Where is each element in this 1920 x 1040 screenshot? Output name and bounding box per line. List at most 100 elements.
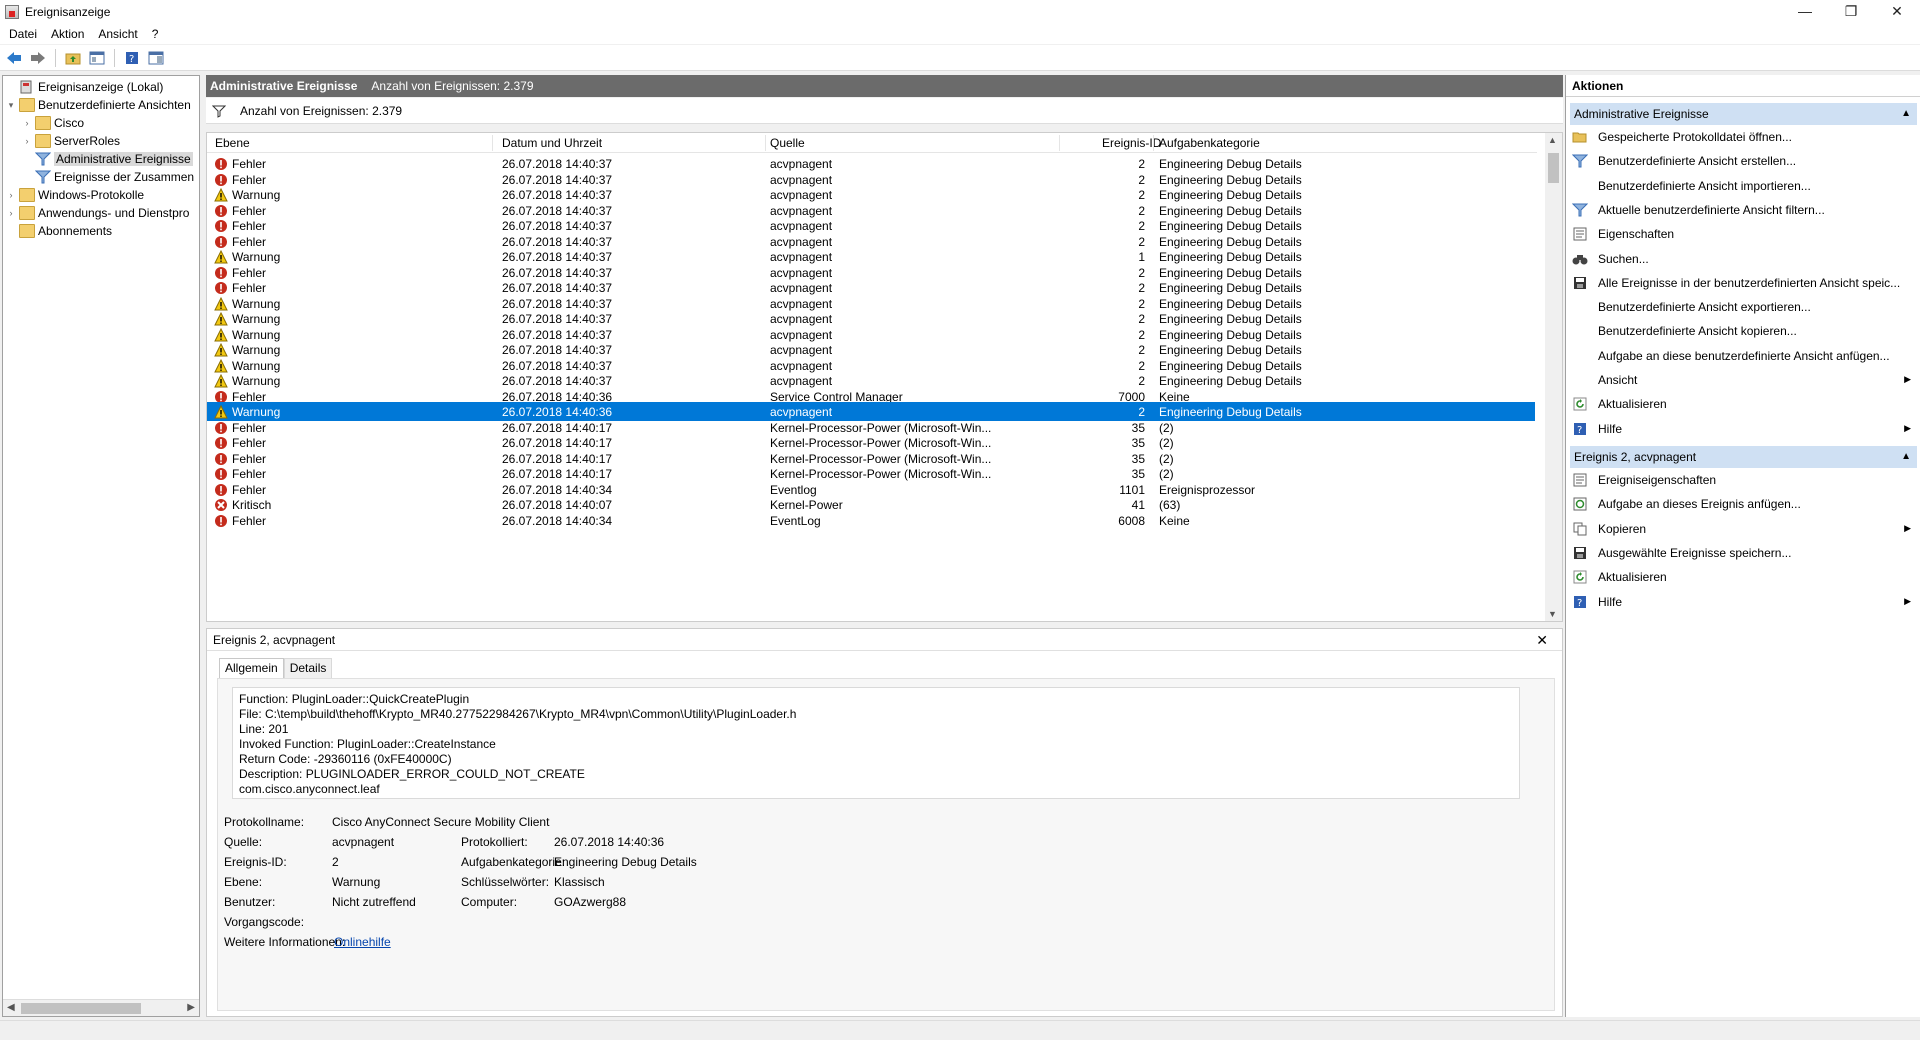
tree-item-anwendungs-und-dienstpro[interactable]: › Anwendungs- und Dienstpro [5,204,189,222]
column-header-task-category[interactable]: Aufgabenkategorie [1159,136,1260,150]
vertical-scrollbar[interactable]: ▲ ▼ [1545,133,1562,621]
forward-arrow-icon [31,51,45,64]
filter-bar: Anzahl von Ereignissen: 2.379 [206,98,1563,124]
scrollbar-thumb[interactable] [21,1003,141,1014]
up-folder-button[interactable] [63,48,83,68]
actions-section-header[interactable]: Administrative Ereignisse ▲ [1570,103,1917,125]
action-benutzerdefinierte-ansicht-erstellen[interactable]: Benutzerdefinierte Ansicht erstellen... [1572,151,1917,171]
action-hilfe[interactable]: ? Hilfe ▶ [1572,592,1917,612]
action-ereigniseigenschaften[interactable]: Ereigniseigenschaften [1572,470,1917,490]
tree-item-ereignisanzeige-lokal[interactable]: Ereignisanzeige (Lokal) [5,78,163,96]
tree-item-ereignisse-der-zusammen[interactable]: Ereignisse der Zusammen [21,168,194,186]
menu-bar: Datei Aktion Ansicht ? [0,24,1920,44]
keywords-value: Klassisch [554,875,605,889]
online-help-link[interactable]: Onlinehilfe [334,935,391,949]
action-label: Benutzerdefinierte Ansicht erstellen... [1598,154,1797,169]
action-aktuelle-benutzerdefinierte-ansicht-filtern[interactable]: Aktuelle benutzerdefinierte Ansicht filt… [1572,200,1917,220]
close-button[interactable]: ✕ [1874,0,1920,22]
action-alle-ereignisse-in-der-benutzerdefinierten-ansicht-speic[interactable]: Alle Ereignisse in der benutzerdefiniert… [1572,273,1917,293]
actions-section-header[interactable]: Ereignis 2, acvpnagent ▲ [1570,446,1917,468]
help-icon: ? [1572,421,1588,437]
cell-level: Fehler [232,513,267,528]
action-benutzerdefinierte-ansicht-kopieren[interactable]: Benutzerdefinierte Ansicht kopieren... [1572,321,1917,341]
tree-item-cisco[interactable]: › Cisco [21,114,84,132]
collapse-caret-icon[interactable]: ▲ [1901,108,1911,119]
tree-item-label: Ereignisse der Zusammen [54,170,195,184]
tree-item-label: Administrative Ereignisse [54,152,193,166]
status-bar [0,1020,1920,1040]
action-aktualisieren[interactable]: Aktualisieren [1572,567,1917,587]
tree-item-abonnements[interactable]: Abonnements [5,222,112,240]
table-row[interactable]: Fehler 26.07.2018 14:40:34 EventLog 6008 Kei… [207,511,1535,530]
action-aufgabe-an-diese-benutzerdefinierte-ansicht-anfügen[interactable]: Aufgabe an diese benutzerdefinierte Ansi… [1572,346,1917,366]
expand-chevron-icon[interactable]: › [21,136,33,146]
actions-title: Aktionen [1566,75,1920,97]
column-divider[interactable] [492,135,493,151]
tree-item-windows-protokolle[interactable]: › Windows-Protokolle [5,186,144,204]
action-eigenschaften[interactable]: Eigenschaften [1572,224,1917,244]
show-action-pane-button[interactable] [146,48,166,68]
expand-chevron-icon[interactable]: › [5,208,17,218]
forward-button[interactable] [28,48,48,68]
expand-chevron-icon[interactable]: › [21,118,33,128]
action-benutzerdefinierte-ansicht-exportieren[interactable]: Benutzerdefinierte Ansicht exportieren..… [1572,297,1917,317]
tab-details[interactable]: Details [283,658,333,678]
action-label: Aktualisieren [1598,570,1667,585]
action-gespeicherte-protokolldatei-öffnen[interactable]: Gespeicherte Protokolldatei öffnen... [1572,127,1917,147]
action-label: Aktualisieren [1598,397,1667,412]
action-aufgabe-an-dieses-ereignis-anfügen[interactable]: Aufgabe an dieses Ereignis anfügen... [1572,494,1917,514]
column-header-source[interactable]: Quelle [770,136,805,150]
menu-ansicht[interactable]: Ansicht [91,27,144,41]
back-button[interactable] [4,48,24,68]
filter-icon [212,105,226,118]
collapse-caret-icon[interactable]: ▲ [1901,451,1911,462]
tree-item-benutzerdefinierte-ansichten[interactable]: ▾ Benutzerdefinierte Ansichten [5,96,191,114]
action-label: Aufgabe an diese benutzerdefinierte Ansi… [1598,348,1890,363]
action-label: Benutzerdefinierte Ansicht importieren..… [1598,178,1811,193]
submenu-arrow-icon: ▶ [1904,595,1911,606]
action-ansicht[interactable]: Ansicht ▶ [1572,370,1917,390]
folder-open-icon [1572,129,1588,145]
action-spacer [1572,323,1588,339]
action-label: Kopieren [1598,521,1647,536]
minimize-button[interactable]: — [1782,0,1828,22]
tree-horizontal-scrollbar[interactable]: ◀ ▶ [3,999,199,1016]
expand-chevron-icon[interactable]: ▾ [5,100,17,111]
tab-allgemein[interactable]: Allgemein [219,658,284,678]
expand-chevron-icon[interactable]: › [5,190,17,200]
action-ausgewählte-ereignisse-speichern[interactable]: Ausgewählte Ereignisse speichern... [1572,543,1917,563]
column-header-date[interactable]: Datum und Uhrzeit [502,136,602,150]
column-divider[interactable] [1153,135,1154,151]
action-suchen[interactable]: Suchen... [1572,249,1917,269]
column-header-level[interactable]: Ebene [215,136,250,150]
save-icon [1572,275,1588,291]
close-detail-icon[interactable]: ✕ [1536,632,1548,649]
action-kopieren[interactable]: Kopieren ▶ [1572,519,1917,539]
console-tree-icon [89,51,105,64]
scrollbar-thumb[interactable] [1548,153,1559,183]
menu-datei[interactable]: Datei [2,27,44,41]
scroll-left-icon[interactable]: ◀ [7,1002,15,1013]
help-button[interactable]: ? [122,48,142,68]
show-hide-tree-button[interactable] [87,48,107,68]
action-hilfe[interactable]: ? Hilfe ▶ [1572,419,1917,439]
menu-help[interactable]: ? [145,27,166,41]
table-header: Ebene Datum und Uhrzeit Quelle Ereignis-… [207,133,1537,153]
scroll-right-icon[interactable]: ▶ [187,1002,195,1013]
action-aktualisieren[interactable]: Aktualisieren [1572,394,1917,414]
column-divider[interactable] [765,135,766,151]
scroll-down-icon[interactable]: ▼ [1548,609,1557,619]
custom-view-filter-icon [34,152,52,166]
restore-button[interactable]: ❐ [1828,0,1874,22]
tree-item-administrative-ereignisse[interactable]: Administrative Ereignisse [21,150,193,168]
action-benutzerdefinierte-ansicht-importieren[interactable]: Benutzerdefinierte Ansicht importieren..… [1572,176,1917,196]
event-description[interactable]: Function: PluginLoader::QuickCreatePlugi… [232,687,1520,799]
tree-item-serverroles[interactable]: › ServerRoles [21,132,120,150]
scroll-up-icon[interactable]: ▲ [1548,135,1557,145]
action-label: Suchen... [1598,251,1649,266]
column-divider[interactable] [1059,135,1060,151]
menu-aktion[interactable]: Aktion [44,27,91,41]
svg-text:?: ? [129,54,134,65]
action-label: Benutzerdefinierte Ansicht kopieren... [1598,324,1797,339]
task-category-value: Engineering Debug Details [554,855,697,869]
